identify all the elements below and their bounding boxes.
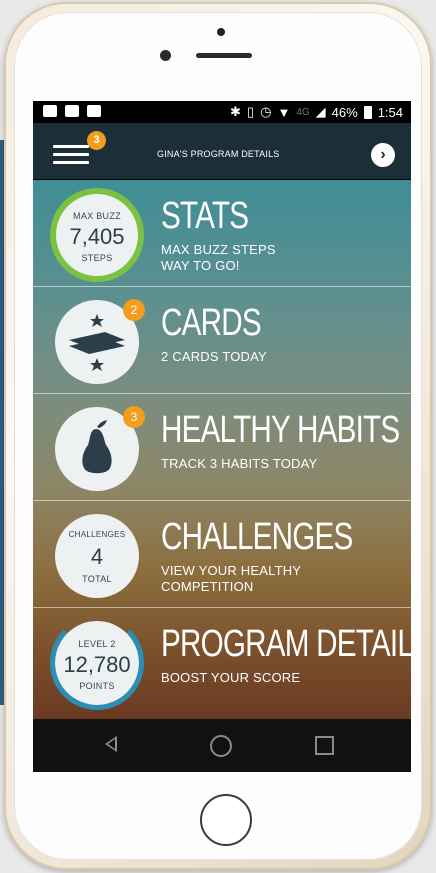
menu-item-cards[interactable]: 2 CARDS 2 CARDS TODAY xyxy=(33,287,411,394)
challenges-circle-label: CHALLENGES xyxy=(68,530,126,539)
challenges-circle: CHALLENGES 4 TOTAL xyxy=(55,514,139,598)
page-title: GINA'S PROGRAM DETAILS xyxy=(157,149,280,159)
stats-subtitle-line2: WAY TO GO! xyxy=(161,258,240,273)
alarm-icon: ◷ xyxy=(260,104,272,119)
phone-screen: ✱ ▯ ◷ ▼ 4G ◢ 46% 1:54 3 GINA'S PROGRAM D… xyxy=(33,101,411,772)
wifi-icon: ▼ xyxy=(277,104,291,120)
clock: 1:54 xyxy=(377,104,403,120)
signal-icon: ◢ xyxy=(315,104,326,119)
menu-item-program-details[interactable]: LEVEL 2 12,780 POINTS PROGRAM DETAILS BO… xyxy=(33,608,411,715)
recent-apps-icon[interactable] xyxy=(315,736,334,755)
steps-value: 7,405 xyxy=(69,224,125,249)
challenges-subtitle-line2: COMPETITION xyxy=(161,579,254,594)
battery-icon xyxy=(363,105,372,119)
menu-item-challenges[interactable]: CHALLENGES 4 TOTAL CHALLENGES VIEW YOUR … xyxy=(33,501,411,608)
network-type: 4G xyxy=(296,106,310,118)
challenges-unit: TOTAL xyxy=(82,574,112,584)
program-details-subtitle: BOOST YOUR SCORE xyxy=(161,670,301,685)
points-circle: LEVEL 2 12,780 POINTS xyxy=(50,616,144,710)
stats-subtitle-line1: MAX BUZZ STEPS xyxy=(161,242,276,257)
stats-title: STATS xyxy=(161,195,249,237)
steps-circle-label: MAX BUZZ xyxy=(73,211,121,221)
phone-home-button[interactable] xyxy=(200,794,252,846)
menu-icon[interactable] xyxy=(53,145,89,165)
status-bar: ✱ ▯ ◷ ▼ 4G ◢ 46% 1:54 xyxy=(33,101,411,123)
menu-item-healthy-habits[interactable]: 3 HEALTHY HABITS TRACK 3 HABITS TODAY xyxy=(33,394,411,501)
home-icon[interactable] xyxy=(210,735,232,757)
program-menu: MAX BUZZ 7,405 STEPS STATS MAX BUZZ STEP… xyxy=(33,180,411,719)
notification-icon xyxy=(43,105,57,117)
steps-unit: STEPS xyxy=(81,253,113,263)
earpiece-speaker xyxy=(196,53,252,58)
front-camera xyxy=(160,50,171,61)
challenges-value: 4 xyxy=(90,544,104,569)
cards-subtitle: 2 CARDS TODAY xyxy=(161,349,267,364)
vibrate-icon: ▯ xyxy=(246,104,255,119)
cards-title: CARDS xyxy=(161,302,262,344)
points-unit: POINTS xyxy=(79,681,115,691)
chevron-right-icon[interactable]: › xyxy=(371,143,395,167)
habits-badge: 3 xyxy=(123,406,145,428)
menu-notification-badge: 3 xyxy=(87,131,106,150)
app-header: 3 GINA'S PROGRAM DETAILS › xyxy=(33,123,411,202)
gallery-icon xyxy=(87,105,101,117)
challenges-subtitle: VIEW YOUR HEALTHY COMPETITION xyxy=(161,563,301,595)
stats-subtitle: MAX BUZZ STEPS WAY TO GO! xyxy=(161,242,276,274)
outlook-icon xyxy=(65,105,79,117)
challenges-subtitle-line1: VIEW YOUR HEALTHY xyxy=(161,563,302,578)
front-sensor xyxy=(217,28,225,36)
cards-badge: 2 xyxy=(123,299,145,321)
program-details-title: PROGRAM DETAILS xyxy=(161,623,411,665)
level-label: LEVEL 2 xyxy=(78,639,116,649)
points-value: 12,780 xyxy=(63,652,131,677)
back-icon-inner xyxy=(108,739,115,749)
battery-percent: 46% xyxy=(331,104,358,120)
habits-subtitle: TRACK 3 HABITS TODAY xyxy=(161,456,318,471)
android-nav-bar xyxy=(33,719,411,772)
steps-circle: MAX BUZZ 7,405 STEPS xyxy=(50,188,144,282)
challenges-title: CHALLENGES xyxy=(161,516,353,558)
bluetooth-icon: ✱ xyxy=(230,104,241,119)
menu-item-stats[interactable]: MAX BUZZ 7,405 STEPS STATS MAX BUZZ STEP… xyxy=(33,180,411,287)
habits-title: HEALTHY HABITS xyxy=(161,409,400,451)
